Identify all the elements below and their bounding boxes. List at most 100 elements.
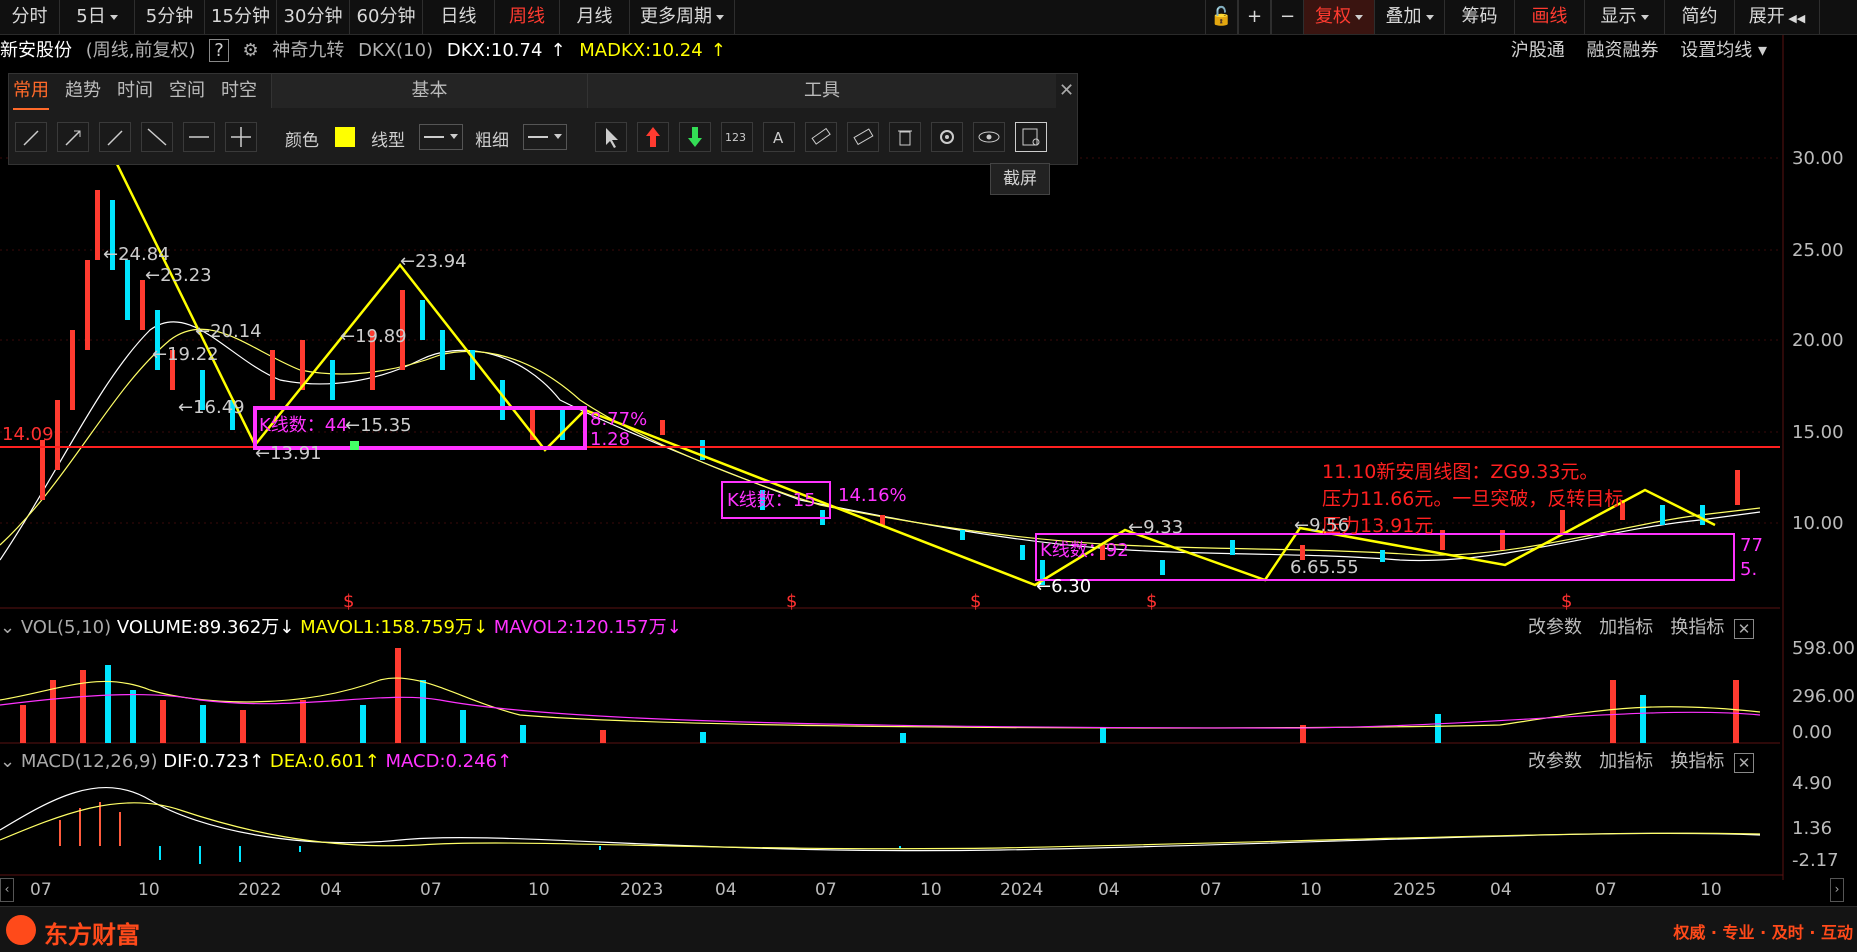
segment-line-icon[interactable]	[15, 122, 47, 152]
arrow-line-icon[interactable]	[99, 122, 131, 152]
box1-label: K线数：44	[259, 415, 348, 436]
down-arrow-icon[interactable]	[679, 122, 711, 152]
pointer-icon[interactable]	[595, 122, 627, 152]
time-tick: 07	[420, 880, 442, 900]
price-tick: 15.00	[1792, 422, 1844, 443]
eraser-icon[interactable]	[847, 122, 879, 152]
macd-tick: 4.90	[1792, 773, 1833, 794]
brand-logo-icon	[6, 915, 36, 945]
point-label: 6.65.55	[1290, 557, 1359, 578]
time-tick: 10	[138, 880, 160, 900]
macd-value: MACD:0.246↑	[385, 751, 513, 772]
vol-volume: VOLUME:89.362万↓	[116, 617, 295, 638]
tab-time[interactable]: 时间	[117, 74, 153, 108]
vol-actions: 改参数 加指标 换指标	[1528, 616, 1724, 640]
time-tick: 10	[528, 880, 550, 900]
vol-title: VOL(5,10)	[20, 617, 112, 638]
cross-line-icon[interactable]	[225, 122, 257, 152]
vol-change-params[interactable]: 改参数	[1528, 617, 1582, 638]
macd-switch-indicator[interactable]: 换指标	[1670, 751, 1724, 772]
time-tick: 07	[1595, 880, 1617, 900]
macd-actions: 改参数 加指标 换指标	[1528, 750, 1724, 774]
time-tick: 10	[1300, 880, 1322, 900]
macd-header: ⌄ MACD(12,26,9) DIF:0.723↑ DEA:0.601↑ MA…	[0, 750, 512, 774]
macd-change-params[interactable]: 改参数	[1528, 751, 1582, 772]
close-icon[interactable]: ✕	[1059, 80, 1074, 101]
time-tick: 2024	[1000, 880, 1044, 900]
vol-tick: 598.00	[1792, 638, 1855, 659]
horizontal-line-icon[interactable]	[183, 122, 215, 152]
thickness-select[interactable]	[523, 124, 567, 150]
macd-tick: -2.17	[1792, 850, 1839, 871]
time-tick: 04	[715, 880, 737, 900]
box2-label: K线数：15	[727, 490, 816, 511]
point-label: ←13.91	[255, 443, 322, 464]
time-tick: 07	[815, 880, 837, 900]
scroll-left-icon[interactable]: ‹	[0, 878, 14, 902]
macd-close-icon[interactable]: ✕	[1734, 753, 1754, 773]
vol-toggle-icon[interactable]: ⌄	[0, 617, 21, 638]
color-swatch[interactable]	[335, 127, 355, 147]
vol-mavol2: MAVOL2:120.157万↓	[493, 617, 682, 638]
time-axis: 07 10 2022 04 07 10 2023 04 07 10 2024 04 07 10 2025 04…	[0, 878, 1783, 904]
time-tick: 04	[1098, 880, 1120, 900]
time-tick: 10	[1700, 880, 1722, 900]
vol-mavol1: MAVOL1:158.759万↓	[300, 617, 489, 638]
time-tick: 2025	[1393, 880, 1437, 900]
time-tick: 10	[920, 880, 942, 900]
point-label: ←19.22	[152, 344, 219, 365]
linetype-label: 线型	[371, 131, 405, 151]
signal-marker: $	[1561, 591, 1573, 612]
up-arrow-icon[interactable]	[637, 122, 669, 152]
vol-switch-indicator[interactable]: 换指标	[1670, 617, 1724, 638]
time-tick: 04	[1490, 880, 1512, 900]
tools-section-title: 工具	[587, 74, 1056, 108]
basic-section-title: 基本	[271, 74, 587, 108]
tab-common[interactable]: 常用	[13, 74, 49, 110]
macd-add-indicator[interactable]: 加指标	[1599, 751, 1653, 772]
macd-dif: DIF:0.723↑	[163, 751, 265, 772]
box3-right-1: 77	[1740, 535, 1763, 556]
signal-marker: $	[343, 591, 355, 612]
macd-toggle-icon[interactable]: ⌄	[0, 751, 21, 772]
text-icon[interactable]: A	[763, 122, 795, 152]
time-tick: 07	[1200, 880, 1222, 900]
settings-icon[interactable]	[931, 122, 963, 152]
box1-low: 1.28	[590, 429, 631, 450]
price-tick: 20.00	[1792, 330, 1844, 351]
point-label: ←19.89	[340, 326, 407, 347]
brand-slogan: 权威 · 专业 · 及时 · 互动	[1673, 923, 1853, 942]
svg-text:A: A	[773, 129, 784, 147]
thickness-label: 粗细	[475, 131, 509, 151]
screenshot-icon[interactable]	[1015, 122, 1047, 152]
box3-label: K线数：92	[1040, 540, 1129, 561]
macd-dea: DEA:0.601↑	[269, 751, 380, 772]
point-label: ←9.33	[1128, 517, 1184, 538]
color-label: 颜色	[285, 131, 319, 151]
linetype-select[interactable]	[419, 124, 463, 150]
tab-space[interactable]: 空间	[169, 74, 205, 108]
vol-header: ⌄ VOL(5,10) VOLUME:89.362万↓ MAVOL1:158.7…	[0, 616, 682, 640]
time-tick: 2022	[238, 880, 282, 900]
diagonal-line-icon[interactable]	[141, 122, 173, 152]
ray-line-icon[interactable]	[57, 122, 89, 152]
point-label: ←16.49	[178, 397, 245, 418]
ruler-icon[interactable]	[805, 122, 837, 152]
point-label: ←15.35	[345, 415, 412, 436]
point-label: ←23.94	[400, 251, 467, 272]
signal-marker: $	[786, 591, 798, 612]
vol-close-icon[interactable]: ✕	[1734, 619, 1754, 639]
brand-name: 东方财富	[44, 921, 140, 949]
number-icon[interactable]: 123	[721, 122, 753, 152]
box3-right-2: 5.	[1740, 559, 1758, 580]
point-label: ←6.30	[1036, 576, 1092, 597]
vol-add-indicator[interactable]: 加指标	[1599, 617, 1653, 638]
scroll-right-icon[interactable]: ›	[1830, 878, 1844, 902]
trash-icon[interactable]	[889, 122, 921, 152]
tab-trend[interactable]: 趋势	[65, 74, 101, 108]
price-tick: 25.00	[1792, 240, 1844, 261]
annotation-line-2: 压力11.66元。一旦突破，反转目标	[1322, 488, 1624, 510]
eye-icon[interactable]	[973, 122, 1005, 152]
tab-spacetime[interactable]: 时空	[221, 74, 257, 108]
signal-marker: $	[1146, 591, 1158, 612]
